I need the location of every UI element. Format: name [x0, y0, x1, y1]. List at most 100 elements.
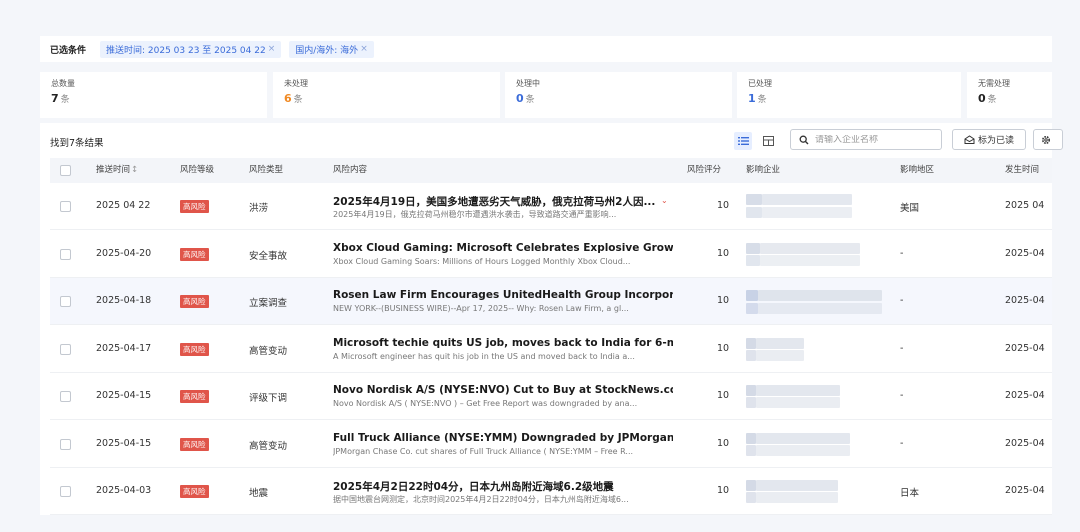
row-checkbox[interactable]	[60, 438, 71, 450]
risk-title[interactable]: Novo Nordisk A/S (NYSE:NVO) Cut to Buy a…	[333, 384, 673, 396]
risk-title[interactable]: Full Truck Alliance (NYSE:YMM) Downgrade…	[333, 432, 673, 444]
company-redacted	[746, 397, 756, 408]
list-view-button[interactable]	[734, 132, 752, 150]
risk-title[interactable]: Rosen Law Firm Encourages UnitedHealth G…	[333, 289, 673, 301]
company-redacted	[746, 194, 762, 205]
row-checkbox[interactable]	[60, 296, 71, 307]
push-date: 2025-04-18	[96, 295, 152, 306]
risk-level-badge: 高风险	[180, 485, 209, 498]
close-icon[interactable]: ×	[360, 44, 368, 54]
company-redacted	[756, 337, 804, 349]
filter-title: 已选条件	[50, 45, 87, 56]
stat-value-line: 0条	[978, 92, 1052, 105]
risk-type: 立案调查	[249, 298, 288, 309]
table-row[interactable]: 2025-04-15 高风险 高管变动 Full Truck Alliance (NY…	[50, 420, 1052, 468]
risk-score: 10	[717, 390, 730, 401]
stat-total[interactable]: 总数量 7条	[40, 72, 267, 118]
col-content: 风险内容	[333, 165, 368, 175]
chevron-down-icon[interactable]: ⌄	[661, 196, 668, 205]
stat-unprocessed[interactable]: 未处理 6条	[273, 72, 500, 118]
table-row[interactable]: 2025-04-15 高风险 评级下调 Novo Nordisk A/S (NYSE:…	[50, 373, 1052, 420]
risk-summary: NEW YORK--(BUSINESS WIRE)--Apr 17, 2025-…	[333, 304, 629, 313]
company-redacted	[746, 207, 762, 218]
stat-unit: 条	[293, 95, 303, 105]
table-row[interactable]: 2025-04-20 高风险 安全事故 Xbox Cloud Gaming: Micr…	[50, 230, 1052, 278]
select-all-checkbox[interactable]	[60, 165, 71, 176]
company-redacted	[746, 385, 756, 396]
result-count: 找到7条结果	[50, 138, 104, 149]
region: -	[900, 295, 904, 306]
risk-score: 10	[717, 485, 730, 496]
risk-summary: A Microsoft engineer has quit his job in…	[333, 351, 635, 361]
occur-date: 2025 04	[1005, 200, 1045, 211]
stat-unit: 条	[987, 95, 997, 105]
col-company: 影响企业	[746, 165, 781, 175]
company-redacted	[746, 444, 756, 456]
risk-title[interactable]: 2025年4月19日，美国多地遭恶劣天气威胁，俄克拉荷马州2人因...	[333, 194, 655, 209]
gear-icon	[1041, 135, 1051, 144]
region: -	[900, 342, 904, 354]
stat-value: 0	[516, 92, 524, 105]
stat-label: 无需处理	[978, 79, 1010, 88]
search-input[interactable]	[815, 134, 933, 145]
row-checkbox[interactable]	[60, 201, 71, 212]
col-level: 风险等级	[180, 165, 215, 175]
risk-level-badge: 高风险	[180, 295, 209, 308]
stat-label: 已处理	[748, 79, 772, 88]
close-icon[interactable]: ×	[268, 44, 276, 54]
table-row[interactable]: 2025-04-17 高风险 高管变动 Microsoft techie quits …	[50, 325, 1052, 373]
risk-title[interactable]: Xbox Cloud Gaming: Microsoft Celebrates …	[333, 242, 673, 254]
stat-no-action[interactable]: 无需处理 0条	[967, 72, 1052, 118]
settings-button[interactable]	[1033, 129, 1063, 150]
stat-label: 处理中	[516, 79, 540, 88]
table-row[interactable]: 2025 04 22 高风险 洪涝 2025年4月19日，美国多地遭恶劣天气威胁，俄克…	[50, 183, 1052, 230]
company-redacted	[746, 432, 756, 444]
mark-read-button[interactable]: 标为已读	[952, 129, 1026, 150]
filter-chip-label: 推送时间: 2025 03 23 至 2025 04 22	[106, 45, 266, 56]
risk-title[interactable]: 2025年4月2日22时04分，日本九州岛附近海域6.2级地震	[333, 479, 614, 494]
col-occur: 发生时间	[1005, 165, 1040, 175]
risk-type: 地震	[249, 488, 269, 499]
stat-processing[interactable]: 处理中 0条	[505, 72, 732, 118]
row-checkbox[interactable]	[60, 343, 71, 355]
company-redacted	[756, 349, 804, 361]
row-checkbox[interactable]	[60, 248, 71, 260]
filter-chip-push-time[interactable]: 推送时间: 2025 03 23 至 2025 04 22 ×	[100, 40, 282, 58]
company-redacted	[746, 290, 758, 301]
table-row[interactable]: 2025-04-03 高风险 地震 2025年4月2日22时04分，日本九州岛附近海域…	[50, 468, 1052, 515]
region: -	[900, 390, 904, 401]
company-redacted	[760, 254, 860, 266]
risk-level-badge: 高风险	[180, 200, 209, 213]
stat-unit: 条	[525, 95, 535, 105]
company-search[interactable]	[790, 129, 942, 150]
risk-title[interactable]: Microsoft techie quits US job, moves bac…	[333, 337, 673, 349]
row-checkbox[interactable]	[60, 486, 71, 497]
risk-type: 高管变动	[249, 440, 288, 452]
filter-chip-label: 国内/海外: 海外	[295, 45, 359, 56]
table-row[interactable]: 2025-04-18 高风险 立案调查 Rosen Law Firm Encourag…	[50, 278, 1052, 325]
company-redacted	[758, 303, 882, 314]
risk-type: 洪涝	[249, 203, 269, 214]
stat-value: 7	[51, 92, 59, 105]
risk-type: 高管变动	[249, 345, 288, 357]
region: 日本	[900, 488, 920, 499]
company-redacted	[746, 492, 756, 503]
sort-icon[interactable]: ↕	[131, 165, 138, 175]
stat-processed[interactable]: 已处理 1条	[737, 72, 961, 118]
push-date: 2025-04-15	[96, 390, 152, 401]
table-view-button[interactable]	[759, 132, 777, 150]
col-push-time[interactable]: 推送时间↕	[96, 158, 138, 183]
stats-row: 总数量 7条 未处理 6条 处理中 0条 已处理 1条 无需处理 0条	[40, 72, 1052, 118]
col-region: 影响地区	[900, 165, 935, 175]
push-date: 2025-04-15	[96, 437, 152, 449]
filter-chip-region[interactable]: 国内/海外: 海外 ×	[289, 40, 374, 58]
company-redacted	[760, 242, 860, 254]
results-panel: 找到7条结果 请输入企业名称 标为已读 推送时间↕ 风险等级 风险类型 风险内容…	[40, 123, 1063, 515]
row-checkbox[interactable]	[60, 391, 71, 402]
company-redacted	[762, 194, 852, 205]
company-redacted	[746, 242, 760, 254]
risk-level-badge: 高风险	[180, 247, 209, 261]
risk-score: 10	[717, 247, 730, 259]
list-view-icon	[737, 137, 749, 145]
company-redacted	[756, 492, 838, 503]
